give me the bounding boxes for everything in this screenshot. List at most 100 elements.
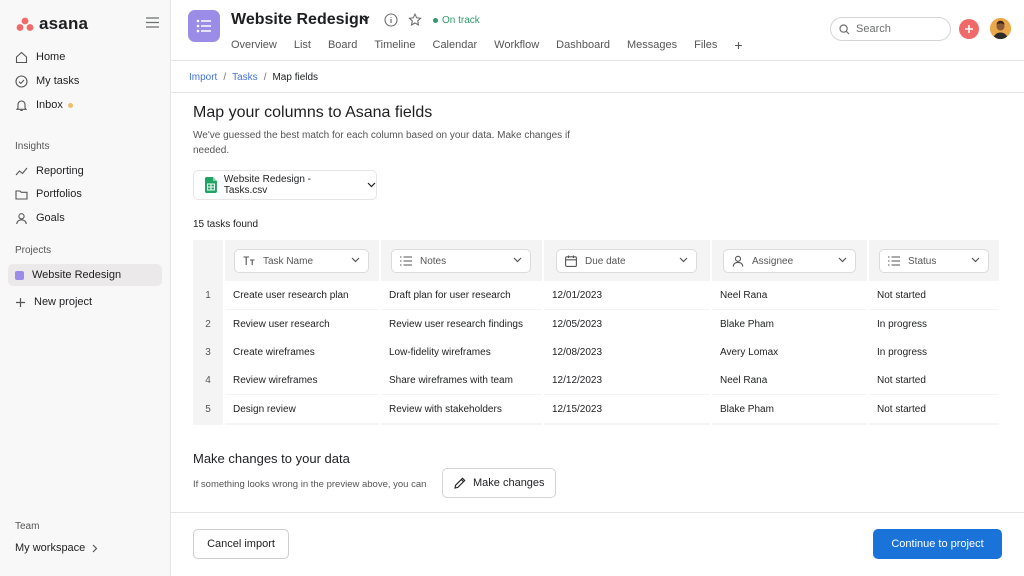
tab-messages[interactable]: Messages [627, 39, 677, 51]
calendar-icon [565, 255, 577, 267]
breadcrumb-import[interactable]: Import [189, 72, 217, 83]
column-mapping-due-date[interactable]: Due date [556, 249, 697, 273]
tab-board[interactable]: Board [328, 39, 357, 51]
cell-assignee: Blake Pham [712, 395, 867, 423]
divider [171, 512, 1024, 513]
column-mapping-assignee[interactable]: Assignee [723, 249, 856, 273]
project-list-icon [188, 10, 220, 42]
spreadsheet-file-icon [205, 177, 217, 193]
avatar-image [990, 18, 1011, 39]
sidebar-item-label: Inbox [36, 99, 63, 111]
cell-status: Not started [869, 366, 999, 394]
sidebar-item-website-redesign[interactable]: Website Redesign [8, 264, 162, 286]
cell-notes: Low-fidelity wireframes [381, 338, 542, 366]
breadcrumb: Import / Tasks / Map fields [189, 72, 318, 83]
table-header-row: Task Name Notes Due date Assignee Status [193, 240, 999, 281]
breadcrumb-separator: / [223, 72, 227, 83]
bell-icon [15, 99, 28, 111]
row-number: 3 [193, 338, 223, 366]
project-status[interactable]: On track [433, 15, 480, 26]
file-selector[interactable]: Website Redesign - Tasks.csv [193, 170, 377, 200]
cell-notes: Review with stakeholders [381, 395, 542, 423]
sidebar-item-home[interactable]: Home [8, 46, 162, 68]
sidebar-item-label: Website Redesign [32, 269, 122, 281]
breadcrumb-tasks[interactable]: Tasks [232, 72, 258, 83]
sidebar-item-goals[interactable]: Goals [8, 207, 162, 229]
tab-timeline[interactable]: Timeline [374, 39, 415, 51]
cell-task-name: Review user research [225, 310, 379, 338]
cancel-import-button[interactable]: Cancel import [193, 529, 289, 559]
divider [171, 92, 1024, 93]
project-tabs: Overview List Board Timeline Calendar Wo… [231, 38, 743, 52]
sidebar-item-label: New project [34, 296, 93, 308]
pencil-icon [454, 477, 466, 489]
column-mapping-label: Notes [420, 255, 447, 267]
sidebar-toggle-icon[interactable] [146, 17, 159, 28]
info-icon[interactable] [384, 13, 398, 27]
asana-logo-icon [16, 17, 34, 31]
sidebar-item-my-tasks[interactable]: My tasks [8, 70, 162, 92]
star-icon[interactable] [408, 13, 422, 27]
row-number: 1 [193, 281, 223, 309]
person-icon [16, 212, 27, 224]
chevron-down-icon [838, 257, 847, 263]
cell-status: In progress [869, 338, 999, 366]
tab-list[interactable]: List [294, 39, 311, 51]
cell-status: In progress [869, 310, 999, 338]
cell-task-name: Review wireframes [225, 366, 379, 394]
tab-calendar[interactable]: Calendar [433, 39, 478, 51]
make-changes-button[interactable]: Make changes [442, 468, 556, 498]
row-number: 2 [193, 310, 223, 338]
tab-dashboard[interactable]: Dashboard [556, 39, 610, 51]
chevron-down-icon [367, 182, 376, 188]
project-title[interactable]: Website Redesign [231, 11, 369, 29]
cell-notes: Draft plan for user research [381, 281, 542, 309]
chevron-down-icon [679, 257, 688, 263]
new-project-button[interactable]: New project [8, 291, 162, 313]
table-row: 3 Create wireframes Low-fidelity wirefra… [193, 338, 999, 366]
tab-overview[interactable]: Overview [231, 39, 277, 51]
add-tab-icon[interactable]: + [734, 38, 742, 52]
tasks-found-count: 15 tasks found [193, 219, 259, 230]
chevron-down-icon [971, 257, 980, 263]
sidebar-item-label: Reporting [36, 165, 84, 177]
cell-due-date: 12/15/2023 [544, 395, 710, 423]
sidebar-item-inbox[interactable]: Inbox [8, 94, 162, 116]
text-icon [243, 256, 255, 265]
table-row: 2 Review user research Review user resea… [193, 310, 999, 338]
column-mapping-notes[interactable]: Notes [391, 249, 531, 273]
changes-heading: Make changes to your data [193, 451, 350, 466]
sidebar-item-reporting[interactable]: Reporting [8, 160, 162, 182]
app-name: asana [39, 14, 89, 33]
list-icon [400, 256, 412, 266]
cell-status: Not started [869, 395, 999, 423]
sidebar-item-portfolios[interactable]: Portfolios [8, 183, 162, 205]
cell-due-date: 12/08/2023 [544, 338, 710, 366]
cell-assignee: Neel Rana [712, 281, 867, 309]
cell-due-date: 12/01/2023 [544, 281, 710, 309]
status-dot [433, 18, 438, 23]
cell-assignee: Neel Rana [712, 366, 867, 394]
plus-icon [965, 25, 973, 33]
search-input[interactable]: Search [830, 17, 951, 41]
asana-logo[interactable]: asana [16, 14, 88, 34]
column-mapping-task-name[interactable]: Task Name [234, 249, 369, 273]
chevron-down-icon[interactable] [360, 15, 370, 22]
global-add-button[interactable] [959, 19, 979, 39]
workspace-switcher[interactable]: My workspace [15, 542, 98, 554]
tab-files[interactable]: Files [694, 39, 717, 51]
user-avatar[interactable] [990, 18, 1011, 39]
column-mapping-status[interactable]: Status [879, 249, 989, 273]
cell-status: Not started [869, 281, 999, 309]
cell-due-date: 12/05/2023 [544, 310, 710, 338]
person-icon [732, 255, 744, 267]
project-color-swatch [15, 270, 24, 280]
chart-line-icon [15, 167, 28, 175]
continue-to-project-button[interactable]: Continue to project [873, 529, 1002, 559]
breadcrumb-current: Map fields [272, 72, 319, 83]
tab-workflow[interactable]: Workflow [494, 39, 539, 51]
chevron-right-icon [92, 544, 98, 552]
cell-task-name: Create wireframes [225, 338, 379, 366]
row-number: 5 [193, 395, 223, 423]
column-mapping-label: Assignee [752, 255, 794, 267]
